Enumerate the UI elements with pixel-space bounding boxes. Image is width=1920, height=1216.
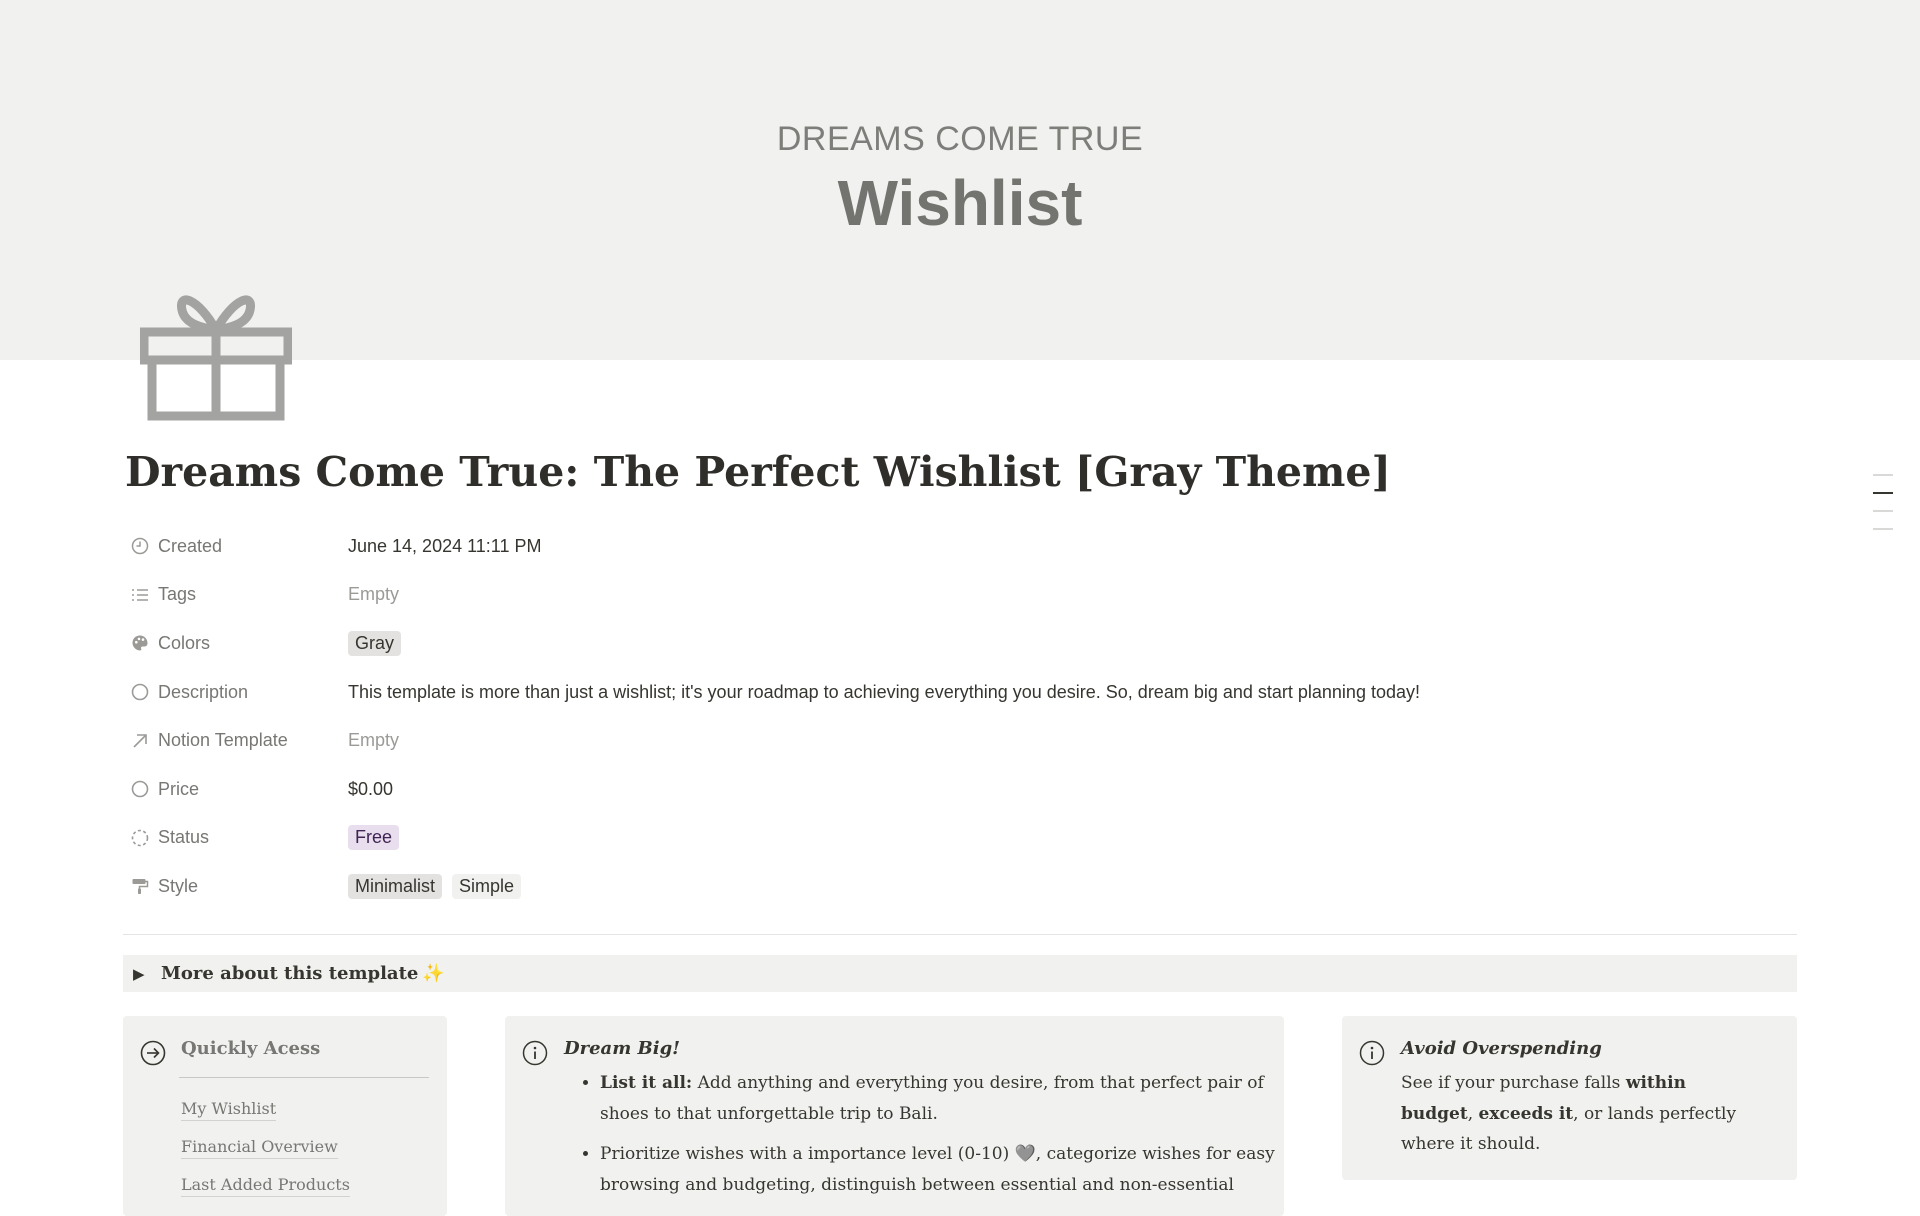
property-colors[interactable]: Colors Gray (125, 619, 1795, 668)
sparkles-emoji: ✨ (422, 963, 445, 983)
info-icon (1359, 1040, 1385, 1066)
quick-access-callout: Quickly Acess My Wishlist Financial Over… (123, 1016, 447, 1216)
list-item: List it all: Add anything and everything… (600, 1068, 1300, 1130)
callout-body: See if your purchase falls within budget… (1401, 1073, 1737, 1154)
bullet-list: List it all: Add anything and everything… (564, 1068, 1300, 1210)
toc-line[interactable] (1873, 528, 1893, 530)
link-my-wishlist[interactable]: My Wishlist (181, 1098, 277, 1121)
toc-line-active[interactable] (1873, 492, 1893, 494)
toc-line[interactable] (1873, 510, 1893, 512)
arrow-up-right-icon (130, 731, 150, 751)
property-label: Created (158, 535, 223, 556)
property-label: Notion Template (158, 730, 288, 751)
property-label: Status (158, 827, 210, 848)
list-icon (130, 585, 150, 605)
property-value: Empty (348, 584, 400, 605)
color-tag[interactable]: Gray (348, 630, 402, 656)
toggle-more-about[interactable]: ▶ More about this template ✨ (123, 955, 1797, 992)
cover-subtitle: DREAMS COME TRUE (776, 120, 1144, 158)
circle-icon (130, 682, 150, 702)
quick-links: My Wishlist Financial Overview Last Adde… (181, 1098, 350, 1212)
divider (179, 1077, 429, 1078)
property-notion-template[interactable]: Notion Template Empty (125, 716, 1795, 765)
property-label: Colors (158, 632, 211, 653)
property-label: Tags (158, 584, 197, 605)
property-value: June 14, 2024 11:11 PM (348, 535, 542, 556)
info-icon (522, 1040, 548, 1066)
property-value: $0.00 (348, 778, 394, 799)
link-financial-overview[interactable]: Financial Overview (181, 1136, 338, 1159)
property-value: Empty (348, 730, 400, 751)
property-price[interactable]: Price $0.00 (125, 765, 1795, 814)
property-style[interactable]: Style Minimalist Simple (125, 862, 1795, 911)
property-status[interactable]: Status Free (125, 814, 1795, 863)
paint-roller-icon (130, 876, 150, 896)
dashed-circle-icon (130, 828, 150, 848)
property-created[interactable]: Created June 14, 2024 11:11 PM (125, 522, 1795, 571)
toggle-label: More about this template (161, 963, 419, 984)
circle-icon (130, 779, 150, 799)
property-tags[interactable]: Tags Empty (125, 571, 1795, 620)
page-title: Dreams Come True: The Perfect Wishlist [… (125, 448, 1391, 496)
property-label: Description (158, 681, 249, 702)
properties-list: Created June 14, 2024 11:11 PM Tags Empt… (125, 522, 1795, 911)
toggle-triangle-icon[interactable]: ▶ (133, 965, 153, 983)
style-tag[interactable]: Simple (452, 873, 522, 899)
dream-big-callout: Dream Big! List it all: Add anything and… (505, 1016, 1284, 1216)
property-label: Style (158, 875, 199, 896)
cover-title: Wishlist (837, 167, 1083, 239)
gift-icon[interactable] (139, 270, 293, 422)
property-value: This template is more than just a wishli… (348, 681, 1420, 702)
toc-line[interactable] (1873, 474, 1893, 476)
callout-title: Dream Big! (564, 1038, 681, 1059)
status-badge[interactable]: Free (348, 825, 400, 851)
arrow-circle-right-icon (140, 1040, 166, 1066)
clock-icon (130, 536, 150, 556)
palette-icon (130, 633, 150, 653)
list-item: Prioritize wishes with a importance leve… (600, 1139, 1300, 1201)
property-description[interactable]: Description This template is more than j… (125, 668, 1795, 717)
style-tag[interactable]: Minimalist (348, 873, 443, 899)
link-last-added-products[interactable]: Last Added Products (181, 1174, 350, 1197)
table-of-contents-minimap[interactable] (1873, 474, 1895, 546)
callout-title: Quickly Acess (181, 1038, 321, 1059)
divider (123, 934, 1797, 935)
property-label: Price (158, 778, 200, 799)
callout-title: Avoid Overspending (1401, 1038, 1602, 1059)
avoid-overspending-callout: Avoid Overspending See if your purchase … (1342, 1016, 1797, 1180)
